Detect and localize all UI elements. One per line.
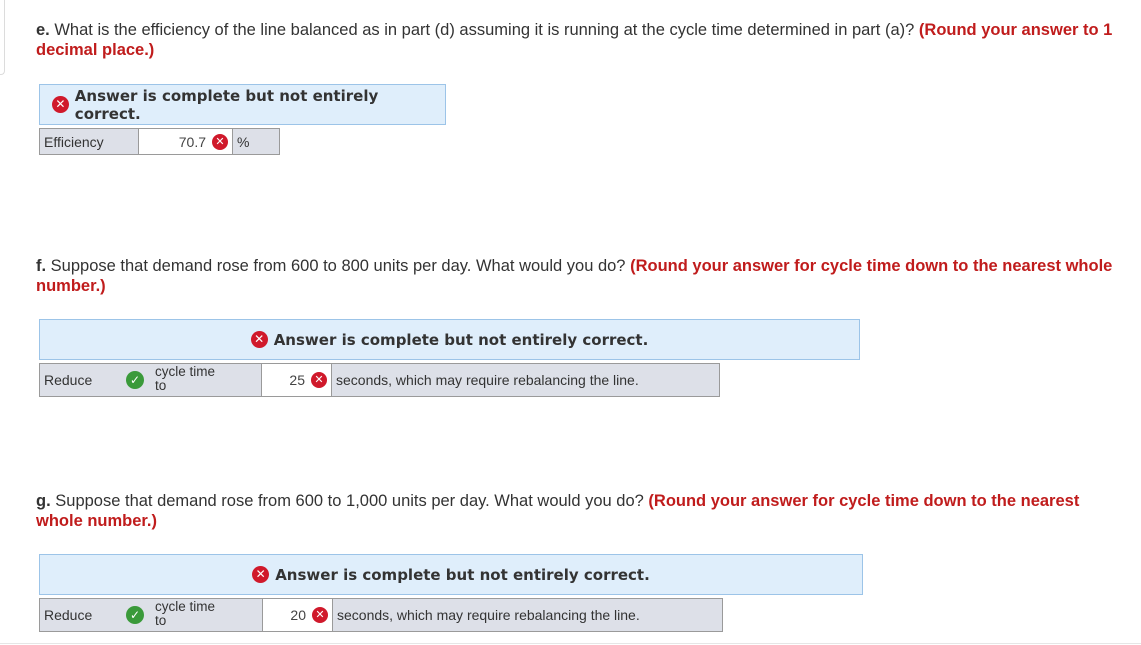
suffix-label: seconds, which may require rebalancing t…: [333, 598, 723, 632]
action-value[interactable]: Reduce: [44, 372, 92, 388]
question-text: What is the efficiency of the line balan…: [49, 21, 919, 39]
close-circle-icon: ✕: [252, 566, 270, 583]
status-cell: ✓: [119, 363, 151, 397]
cycle-time-input[interactable]: 25 ✕: [262, 363, 332, 397]
result-banner-e: ✕ Answer is complete but not entirely co…: [39, 84, 446, 125]
target-select[interactable]: cycle time to: [151, 598, 263, 632]
close-circle-icon: ✕: [311, 372, 327, 388]
result-banner-g: ✕ Answer is complete but not entirely co…: [39, 554, 863, 595]
target-line-2: to: [155, 378, 167, 393]
result-banner-text: Answer is complete but not entirely corr…: [273, 330, 649, 349]
target-line-2: to: [155, 613, 167, 628]
close-circle-icon: ✕: [312, 607, 328, 623]
cycle-time-value[interactable]: 20: [290, 607, 306, 623]
question-f: f. Suppose that demand rose from 600 to …: [36, 256, 1116, 296]
action-value[interactable]: Reduce: [44, 607, 92, 623]
check-circle-icon: ✓: [126, 606, 144, 624]
status-cell: ✓: [119, 598, 151, 632]
action-row-f: Reduce ✓ cycle time to 25 ✕ seconds, whi…: [39, 363, 720, 397]
close-circle-icon: ✕: [250, 331, 268, 348]
result-banner-text: Answer is complete but not entirely corr…: [275, 565, 650, 584]
question-letter: e.: [36, 21, 50, 39]
target-line-1: cycle time: [155, 599, 216, 614]
unit-label: %: [233, 128, 280, 155]
efficiency-input[interactable]: 70.7 ✕: [139, 128, 233, 155]
check-circle-icon: ✓: [126, 371, 144, 389]
cycle-time-value[interactable]: 25: [289, 372, 305, 388]
suffix-label: seconds, which may require rebalancing t…: [332, 363, 720, 397]
question-letter: f.: [36, 257, 47, 275]
result-banner-f: ✕ Answer is complete but not entirely co…: [39, 319, 860, 360]
efficiency-label: Efficiency: [39, 128, 139, 155]
close-circle-icon: ✕: [212, 133, 228, 150]
target-line-1: cycle time: [155, 364, 216, 379]
divider: [0, 643, 1141, 644]
efficiency-row: Efficiency 70.7 ✕ %: [39, 128, 280, 155]
question-e: e. What is the efficiency of the line ba…: [36, 20, 1116, 60]
question-letter: g.: [36, 492, 51, 510]
close-circle-icon: ✕: [52, 96, 69, 113]
efficiency-value[interactable]: 70.7: [179, 134, 206, 150]
left-edge-tab: [0, 0, 5, 75]
question-text: Suppose that demand rose from 600 to 1,0…: [50, 492, 649, 510]
question-g: g. Suppose that demand rose from 600 to …: [36, 491, 1116, 531]
action-row-g: Reduce ✓ cycle time to 20 ✕ seconds, whi…: [39, 598, 723, 632]
question-text: Suppose that demand rose from 600 to 800…: [46, 257, 631, 275]
action-select[interactable]: Reduce: [39, 363, 119, 397]
action-select[interactable]: Reduce: [39, 598, 119, 632]
result-banner-text: Answer is complete but not entirely corr…: [74, 86, 379, 123]
target-select[interactable]: cycle time to: [151, 363, 262, 397]
cycle-time-input[interactable]: 20 ✕: [263, 598, 333, 632]
